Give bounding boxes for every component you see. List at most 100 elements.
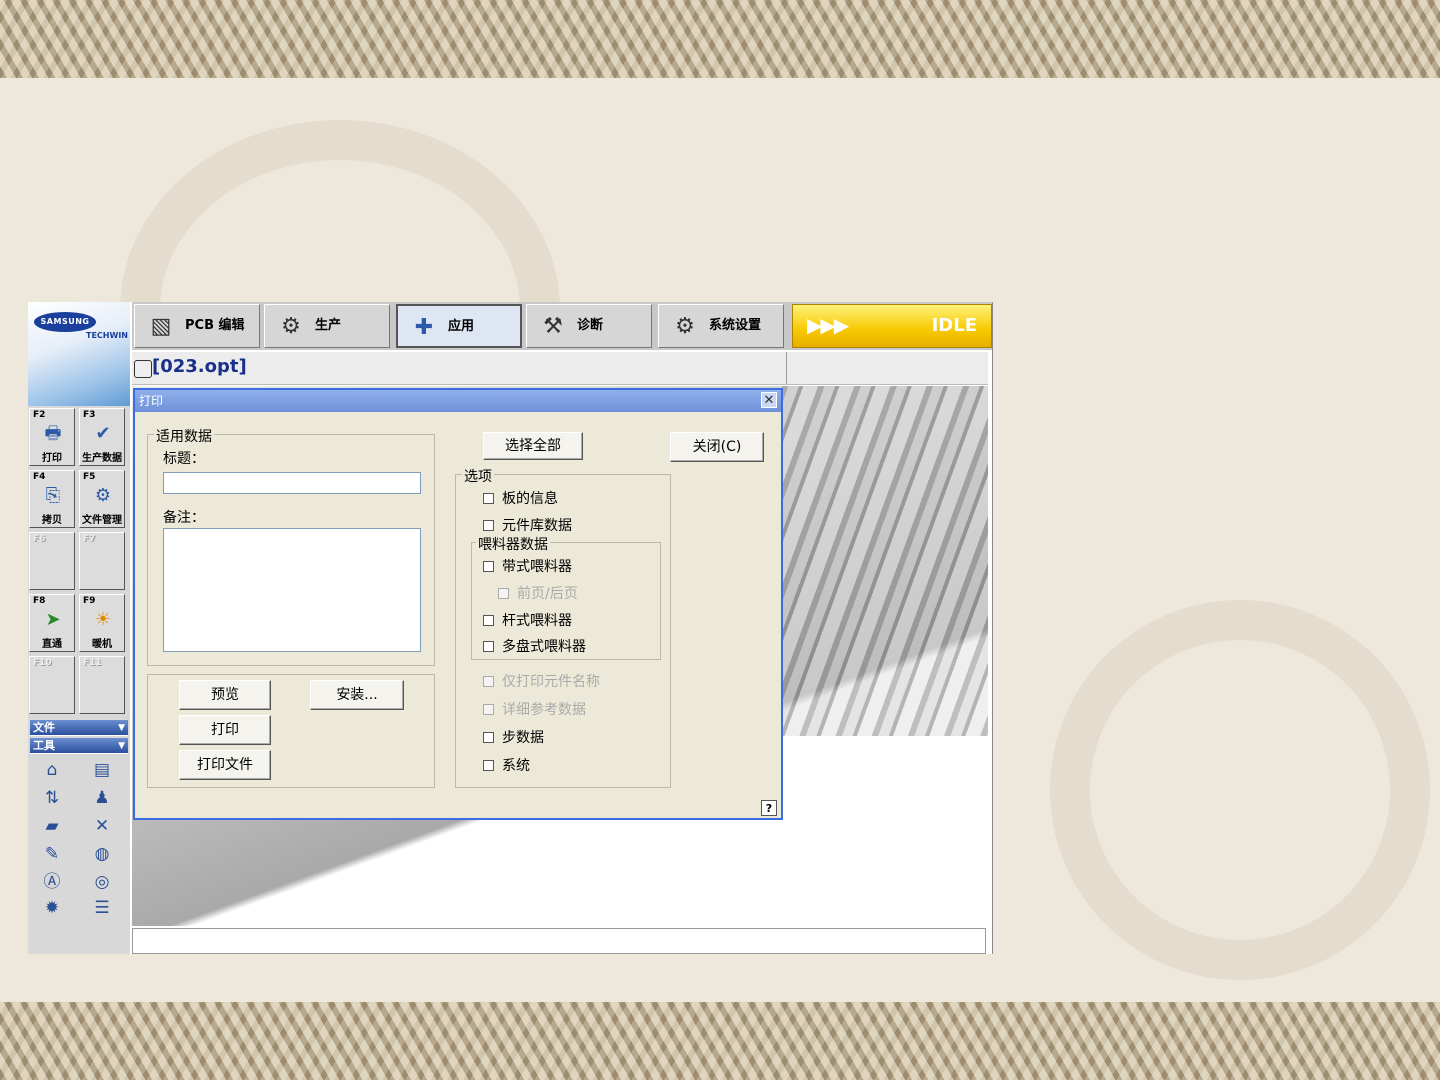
close-button[interactable]: 关闭(C) — [670, 432, 764, 462]
fkey-label: 暖机 — [92, 639, 112, 650]
pcb-edit-icon: ▧ — [150, 314, 172, 339]
fkey-code: F4 — [33, 472, 46, 482]
print-dialog: 打印 ✕ 适用数据 标题： 备注： 预览 安装... 打印 打印文件 选择全部 … — [133, 388, 783, 820]
logo-brand: SAMSUNG — [34, 312, 96, 332]
fkey-f2-print[interactable]: F2 🖶 打印 — [29, 408, 75, 466]
fkey-label: 拷贝 — [42, 515, 62, 526]
setup-button[interactable]: 安装... — [310, 680, 404, 710]
reel-icon[interactable]: ◎ — [90, 870, 114, 894]
checkbox-box[interactable] — [483, 560, 494, 572]
preview-button[interactable]: 预览 — [179, 680, 271, 710]
machine-status-indicator: ▶▶▶ IDLE — [792, 304, 992, 348]
status-label: IDLE — [931, 315, 977, 336]
board-icon[interactable]: ▰ — [40, 814, 64, 838]
list-icon[interactable]: ☰ — [90, 896, 114, 920]
checkbox-label: 带式喂料器 — [502, 559, 572, 575]
operator-icon[interactable]: ♟ — [90, 786, 114, 810]
dialog-title: 打印 — [139, 394, 164, 408]
file-manager-icon: ⚙ — [94, 485, 112, 506]
fkey-f11: F11 — [79, 656, 125, 714]
part-library-checkbox[interactable]: 元件库数据 — [483, 515, 572, 535]
print-file-button[interactable]: 打印文件 — [179, 750, 271, 780]
fkey-f8-pass-through[interactable]: F8 ➤ 直通 — [29, 594, 75, 652]
home-icon[interactable]: ⌂ — [40, 758, 64, 782]
checkbox-label: 步数据 — [502, 730, 544, 746]
tray-feeder-checkbox[interactable]: 多盘式喂料器 — [483, 636, 586, 656]
system-checkbox[interactable]: 系统 — [483, 755, 530, 775]
checkbox-box[interactable] — [483, 731, 494, 743]
current-file-name: [023.opt] — [152, 356, 247, 377]
checkbox-box[interactable] — [483, 614, 494, 626]
checkbox-box[interactable] — [483, 759, 494, 771]
fkey-f10: F10 — [29, 656, 75, 714]
decorative-swirl — [1050, 600, 1430, 980]
fkey-code: F10 — [33, 658, 52, 668]
nozzle-icon[interactable]: ◍ — [90, 842, 114, 866]
fkey-code: F8 — [33, 596, 46, 606]
checkbox-box[interactable] — [483, 640, 494, 652]
tape-feeder-checkbox[interactable]: 带式喂料器 — [483, 556, 572, 576]
checkbox-label: 仅打印元件名称 — [502, 674, 600, 690]
title-input[interactable] — [163, 472, 421, 494]
checkbox-box[interactable] — [483, 519, 494, 531]
gear-icon[interactable]: ✹ — [40, 896, 64, 920]
tab-production[interactable]: ⚙ 生产 — [264, 304, 390, 348]
fkey-label: 文件管理 — [82, 515, 122, 526]
checkbox-box — [498, 587, 509, 599]
sidebar: SAMSUNG TECHWIN F2 🖶 打印 F3 ✔ 生产数据 F4 ⎘ 拷… — [28, 302, 130, 954]
system-settings-icon: ⚙ — [675, 314, 695, 339]
note-textarea[interactable] — [163, 528, 421, 652]
select-all-button[interactable]: 选择全部 — [483, 432, 583, 460]
board-info-checkbox[interactable]: 板的信息 — [483, 488, 558, 508]
samsung-logo: SAMSUNG TECHWIN — [28, 302, 130, 406]
align-icon[interactable]: ✕ — [90, 814, 114, 838]
checkbox-box — [483, 675, 494, 687]
fkey-code: F2 — [33, 410, 46, 420]
auto-icon[interactable]: Ⓐ — [40, 870, 64, 894]
stick-feeder-checkbox[interactable]: 杆式喂料器 — [483, 610, 572, 630]
pen-icon[interactable]: ✎ — [40, 842, 64, 866]
checkbox-label: 杆式喂料器 — [502, 613, 572, 629]
tab-pcb-edit[interactable]: ▧ PCB 编辑 — [134, 304, 260, 348]
tab-application[interactable]: ✚ 应用 — [396, 304, 522, 348]
group-legend: 选项 — [462, 466, 494, 486]
fkey-label: 直通 — [42, 639, 62, 650]
printer-icon: 🖶 — [44, 423, 62, 444]
main-toolbar: ▧ PCB 编辑 ⚙ 生产 ✚ 应用 ⚒ 诊断 ⚙ 系统设置 ▶▶▶ IDLE — [132, 302, 992, 350]
fkey-f3-production-data[interactable]: F3 ✔ 生产数据 — [79, 408, 125, 466]
checkbox-label: 系统 — [502, 758, 530, 774]
tab-system-settings[interactable]: ⚙ 系统设置 — [658, 304, 784, 348]
fkey-f5-file-manager[interactable]: F5 ⚙ 文件管理 — [79, 470, 125, 528]
checkbox-label: 板的信息 — [502, 491, 558, 507]
fkey-code: F5 — [83, 472, 96, 482]
decorative-border-bottom — [0, 1002, 1440, 1080]
fkey-f9-warm-up[interactable]: F9 ☀ 暖机 — [79, 594, 125, 652]
checkbox-box — [483, 703, 494, 715]
file-bar: [023.opt] — [132, 352, 988, 385]
tab-diagnosis[interactable]: ⚒ 诊断 — [526, 304, 652, 348]
logo-sub: TECHWIN — [86, 331, 128, 340]
fkey-f4-copy[interactable]: F4 ⎘ 拷贝 — [29, 470, 75, 528]
file-menu[interactable]: 文件 ▼ — [30, 720, 128, 736]
checkbox-label: 元件库数据 — [502, 518, 572, 534]
fkey-f6: F6 — [29, 532, 75, 590]
sort-icon[interactable]: ⇅ — [40, 786, 64, 810]
tools-menu[interactable]: 工具 ▼ — [30, 738, 128, 754]
step-data-checkbox[interactable]: 步数据 — [483, 727, 544, 747]
screen-icon[interactable]: ▤ — [90, 758, 114, 782]
tab-label: 应用 — [448, 319, 475, 334]
play-arrows-icon: ▶▶▶ — [807, 313, 849, 337]
help-icon[interactable]: ? — [761, 800, 777, 816]
divider — [786, 352, 787, 384]
tab-label: 诊断 — [577, 318, 604, 333]
part-name-only-checkbox: 仅打印元件名称 — [483, 671, 600, 691]
close-icon[interactable]: ✕ — [761, 392, 777, 408]
file-menu-label: 文件 — [33, 721, 55, 734]
fkey-code: F9 — [83, 596, 96, 606]
checkbox-box[interactable] — [483, 492, 494, 504]
title-label: 标题： — [163, 451, 205, 467]
print-button[interactable]: 打印 — [179, 715, 271, 745]
fkey-code: F11 — [83, 658, 102, 668]
group-legend: 喂料器数据 — [476, 534, 550, 554]
fkey-code: F6 — [33, 534, 46, 544]
